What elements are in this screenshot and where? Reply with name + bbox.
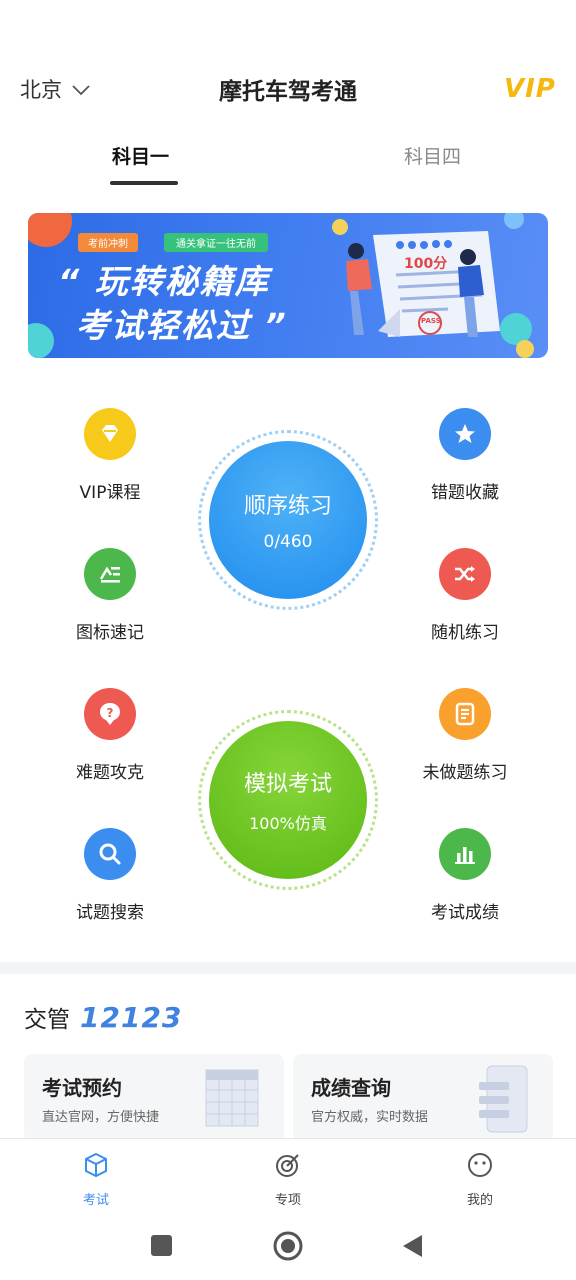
- recent-apps-icon[interactable]: [151, 1235, 172, 1256]
- list-icon: [84, 548, 136, 600]
- mock-exam-button[interactable]: 模拟考试 100%仿真: [209, 721, 367, 879]
- nav-label-exam: 考试: [82, 1193, 109, 1208]
- back-icon[interactable]: [400, 1233, 424, 1259]
- question-icon: ?: [84, 688, 136, 740]
- banner-slogan-line1: “ 玩转秘籍库: [58, 262, 270, 301]
- svg-text:?: ?: [107, 706, 114, 720]
- nav-label-special: 专项: [274, 1193, 301, 1208]
- question-search-button[interactable]: 试题搜索: [45, 828, 175, 923]
- icon-memorize-label: 图标速记: [76, 623, 144, 643]
- nav-item-mine[interactable]: 我的: [430, 1151, 530, 1208]
- diamond-icon: [84, 408, 136, 460]
- random-practice-button[interactable]: 随机练习: [400, 548, 530, 643]
- sequential-practice-progress: 0/460: [263, 532, 313, 552]
- calendar-illustration-icon: [205, 1069, 259, 1127]
- hard-questions-button[interactable]: ? 难题攻克: [45, 688, 175, 783]
- exam-scores-label: 考试成绩: [431, 903, 499, 923]
- tab-subject-one[interactable]: 科目一: [112, 142, 169, 169]
- icon-memorize-button[interactable]: 图标速记: [45, 548, 175, 643]
- random-practice-label: 随机练习: [431, 623, 499, 643]
- promo-banner[interactable]: 考前冲刺 通关拿证一往无前 “ 玩转秘籍库 考试轻松过 ” 100分 PASS: [28, 213, 548, 358]
- traffic-section-title: 交管: [24, 1007, 70, 1033]
- mock-exam-subtitle: 100%仿真: [249, 814, 327, 833]
- app-title: 摩托车驾考通: [219, 79, 357, 105]
- system-navigation-bar: [0, 1216, 576, 1280]
- tab-subject-four[interactable]: 科目四: [404, 142, 461, 169]
- shuffle-icon: [439, 548, 491, 600]
- nav-label-mine: 我的: [466, 1193, 493, 1208]
- document-icon: [439, 688, 491, 740]
- question-search-label: 试题搜索: [76, 903, 144, 923]
- banner-score: 100分: [404, 256, 448, 272]
- hard-questions-label: 难题攻克: [76, 763, 144, 783]
- traffic-section-number: 12123: [80, 1000, 183, 1034]
- sequential-practice-button[interactable]: 顺序练习 0/460: [209, 441, 367, 599]
- target-icon: [276, 1154, 299, 1177]
- nav-item-exam[interactable]: 考试: [46, 1151, 146, 1208]
- home-icon[interactable]: [272, 1230, 304, 1262]
- wrong-questions-label: 错题收藏: [431, 483, 499, 503]
- active-tab-indicator: [110, 181, 178, 185]
- banner-tag-sprint: 考前冲刺: [78, 233, 138, 252]
- score-query-card[interactable]: 成绩查询 官方权威，实时数据: [293, 1054, 553, 1142]
- star-icon: [439, 408, 491, 460]
- score-query-title: 成绩查询: [311, 1076, 391, 1100]
- exam-booking-card[interactable]: 考试预约 直达官网，方便快捷: [24, 1054, 284, 1142]
- nav-item-special[interactable]: 专项: [238, 1151, 338, 1208]
- section-divider: [0, 962, 576, 974]
- banner-pass-stamp: PASS: [421, 317, 441, 325]
- banner-tag-pass: 通关拿证一往无前: [164, 233, 268, 252]
- score-query-subtitle: 官方权威，实时数据: [311, 1110, 429, 1125]
- bottom-navigation: 考试 专项 我的: [0, 1138, 576, 1217]
- mock-exam-label: 模拟考试: [243, 772, 332, 797]
- wrong-questions-button[interactable]: 错题收藏: [400, 408, 530, 503]
- exam-booking-subtitle: 直达官网，方便快捷: [42, 1110, 160, 1125]
- vip-course-button[interactable]: VIP课程: [45, 408, 175, 503]
- sequential-practice-label: 顺序练习: [243, 494, 332, 519]
- exam-scores-button[interactable]: 考试成绩: [400, 828, 530, 923]
- face-icon: [468, 1153, 492, 1177]
- cube-icon: [85, 1152, 107, 1178]
- bar-chart-icon: [439, 828, 491, 880]
- report-illustration-icon: [479, 1065, 528, 1133]
- unanswered-practice-button[interactable]: 未做题练习: [400, 688, 530, 783]
- traffic-section-header: 交管 12123: [24, 1000, 182, 1034]
- unanswered-practice-label: 未做题练习: [422, 763, 508, 783]
- vip-course-label: VIP课程: [79, 483, 141, 503]
- exam-booking-title: 考试预约: [42, 1076, 122, 1100]
- vip-button[interactable]: VIP: [504, 74, 556, 104]
- banner-slogan-line2: 考试轻松过 ”: [76, 306, 288, 345]
- search-icon: [84, 828, 136, 880]
